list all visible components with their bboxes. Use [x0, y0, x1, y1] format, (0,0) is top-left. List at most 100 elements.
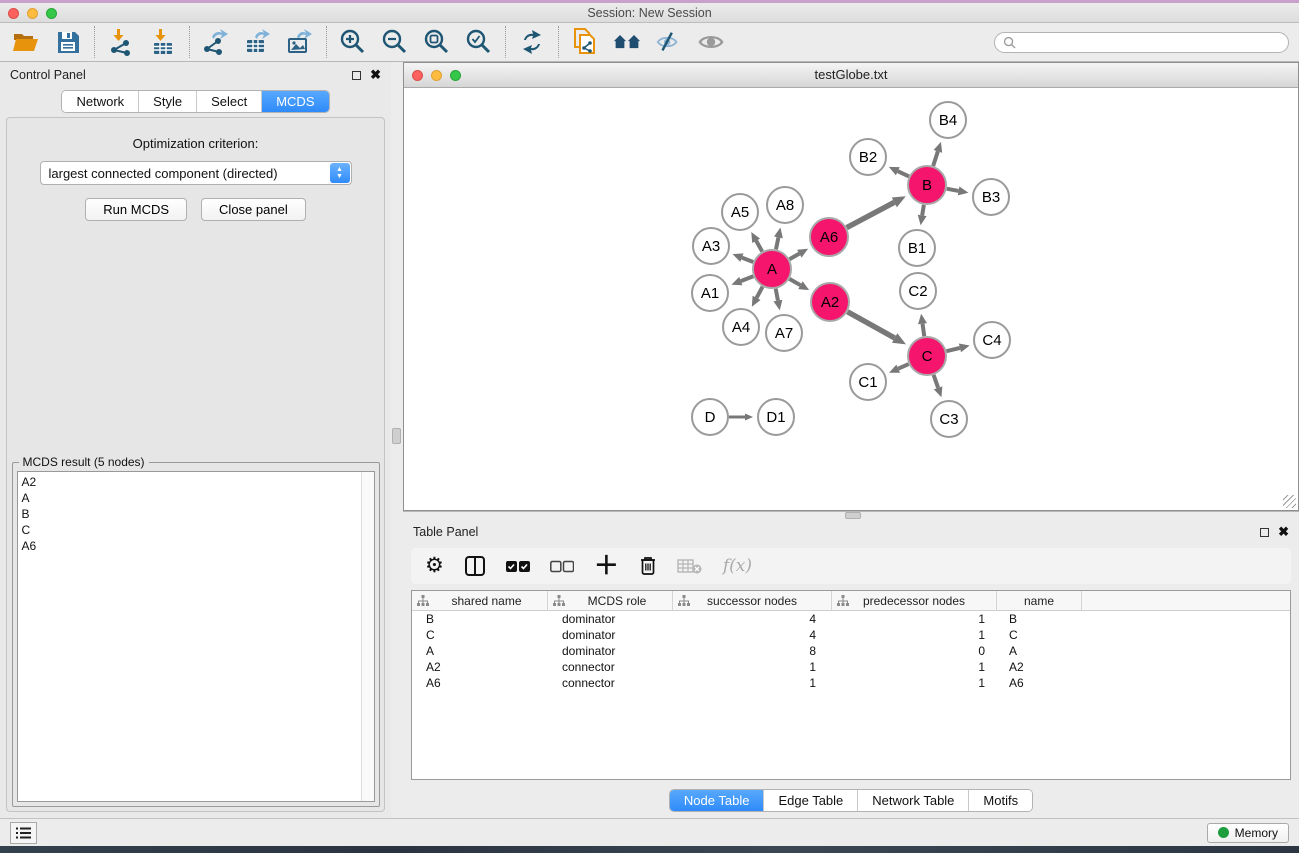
open-file-icon[interactable]: [12, 28, 40, 56]
network-canvas[interactable]: B4B2BB3A8A5A6A3B1AA1C2A2A4A7C4CC1DC3D1: [404, 88, 1298, 510]
network-zoom-button[interactable]: [450, 70, 461, 81]
node-A7[interactable]: A7: [765, 314, 803, 352]
node-C[interactable]: C: [907, 336, 947, 376]
show-graphics-icon[interactable]: [697, 28, 725, 56]
minimize-window-button[interactable]: [27, 8, 38, 19]
zoom-in-icon[interactable]: [339, 28, 367, 56]
node-D1[interactable]: D1: [757, 398, 795, 436]
table-row[interactable]: Cdominator41C: [412, 627, 1290, 643]
result-scrollbar[interactable]: [361, 472, 374, 801]
node-C1[interactable]: C1: [849, 363, 887, 401]
zoom-fit-icon[interactable]: [423, 28, 451, 56]
node-B[interactable]: B: [907, 165, 947, 205]
function-builder-icon[interactable]: f(x): [723, 553, 752, 579]
node-B3[interactable]: B3: [972, 178, 1010, 216]
node-B2[interactable]: B2: [849, 138, 887, 176]
horizontal-splitter[interactable]: [403, 511, 1299, 519]
tab-motifs[interactable]: Motifs: [968, 790, 1032, 811]
memory-button[interactable]: Memory: [1207, 823, 1289, 843]
node-A3[interactable]: A3: [692, 227, 730, 265]
node-A5[interactable]: A5: [721, 193, 759, 231]
close-panel-button[interactable]: Close panel: [201, 198, 306, 221]
vertical-splitter[interactable]: [391, 62, 403, 818]
edge-B-B4[interactable]: [933, 151, 938, 166]
optimization-criterion-select[interactable]: largest connected component (directed) ▲…: [40, 161, 352, 185]
run-mcds-button[interactable]: Run MCDS: [85, 198, 187, 221]
node-A1[interactable]: A1: [691, 274, 729, 312]
edge-B-B3[interactable]: [947, 189, 959, 191]
tab-select[interactable]: Select: [196, 91, 261, 112]
home-icon[interactable]: [613, 28, 641, 56]
node-A8[interactable]: A8: [766, 186, 804, 224]
node-table[interactable]: shared name MCDS role successor nodes: [411, 590, 1291, 780]
zoom-window-button[interactable]: [46, 8, 57, 19]
add-column-icon[interactable]: ＋: [594, 553, 619, 579]
mcds-result-list[interactable]: A2 A B C A6: [17, 471, 375, 802]
tab-network-table[interactable]: Network Table: [857, 790, 968, 811]
splitter-handle[interactable]: [392, 428, 401, 444]
node-A[interactable]: A: [752, 249, 792, 289]
network-close-button[interactable]: [412, 70, 423, 81]
splitter-handle[interactable]: [845, 512, 861, 519]
close-panel-icon[interactable]: ✖: [1278, 527, 1289, 537]
window-resize-grip[interactable]: [1283, 495, 1296, 508]
delete-table-icon[interactable]: [677, 553, 703, 579]
node-A2[interactable]: A2: [810, 282, 850, 322]
column-browser-icon[interactable]: [464, 553, 486, 579]
column-header-successor-nodes[interactable]: successor nodes: [673, 591, 832, 610]
node-C2[interactable]: C2: [899, 272, 937, 310]
node-B4[interactable]: B4: [929, 101, 967, 139]
edge-A6-B[interactable]: [847, 202, 895, 227]
node-A4[interactable]: A4: [722, 308, 760, 346]
zoom-selected-icon[interactable]: [465, 28, 493, 56]
select-all-icon[interactable]: [506, 553, 530, 579]
hide-annotations-icon[interactable]: [655, 28, 683, 56]
table-row[interactable]: Adominator80A: [412, 643, 1290, 659]
tab-style[interactable]: Style: [138, 91, 196, 112]
table-row[interactable]: A2connector11A2: [412, 659, 1290, 675]
table-row[interactable]: Bdominator41B: [412, 611, 1290, 627]
tab-node-table[interactable]: Node Table: [670, 790, 764, 811]
table-row[interactable]: A6connector11A6: [412, 675, 1290, 691]
export-network-icon[interactable]: [202, 28, 230, 56]
import-network-icon[interactable]: [107, 28, 135, 56]
refresh-icon[interactable]: [518, 28, 546, 56]
column-header-mcds-role[interactable]: MCDS role: [548, 591, 673, 610]
float-panel-icon[interactable]: [352, 71, 361, 80]
tab-network[interactable]: Network: [62, 91, 138, 112]
node-C3[interactable]: C3: [930, 400, 968, 438]
node-B1[interactable]: B1: [898, 229, 936, 267]
edge-B-B1[interactable]: [922, 205, 924, 216]
export-table-icon[interactable]: [244, 28, 272, 56]
node-C4[interactable]: C4: [973, 321, 1011, 359]
network-minimize-button[interactable]: [431, 70, 442, 81]
search-box[interactable]: [994, 32, 1289, 53]
edge-A-A6[interactable]: [789, 254, 799, 260]
import-table-icon[interactable]: [149, 28, 177, 56]
settings-gear-icon[interactable]: ⚙: [425, 553, 444, 579]
edge-C-C2[interactable]: [923, 324, 925, 337]
task-history-button[interactable]: [10, 822, 37, 844]
tab-mcds[interactable]: MCDS: [261, 91, 328, 112]
unselect-all-icon[interactable]: [550, 553, 574, 579]
edge-A-A2[interactable]: [789, 279, 800, 285]
edge-B-B2[interactable]: [898, 171, 909, 176]
edge-A-A4[interactable]: [757, 287, 763, 298]
search-input[interactable]: [1021, 35, 1280, 49]
close-panel-icon[interactable]: ✖: [370, 70, 381, 80]
column-header-predecessor-nodes[interactable]: predecessor nodes: [832, 591, 997, 610]
network-from-file-icon[interactable]: [571, 28, 599, 56]
edge-C-C4[interactable]: [946, 348, 960, 351]
edge-A-A3[interactable]: [742, 258, 753, 262]
column-header-shared-name[interactable]: shared name: [412, 591, 548, 610]
edge-A2-C[interactable]: [847, 312, 894, 338]
edge-A-A8[interactable]: [776, 237, 778, 249]
node-A6[interactable]: A6: [809, 217, 849, 257]
save-session-icon[interactable]: [54, 28, 82, 56]
column-header-name[interactable]: name: [997, 591, 1082, 610]
float-panel-icon[interactable]: [1260, 528, 1269, 537]
edge-A-A1[interactable]: [741, 276, 754, 281]
close-window-button[interactable]: [8, 8, 19, 19]
edge-C-C3[interactable]: [934, 375, 939, 388]
edge-A-A7[interactable]: [776, 289, 778, 301]
